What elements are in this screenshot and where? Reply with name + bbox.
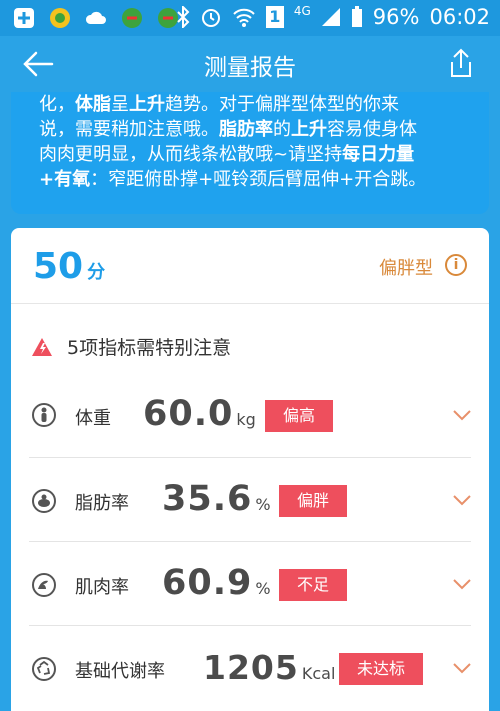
status-badge: 未达标 xyxy=(339,653,424,685)
info-icon[interactable]: i xyxy=(445,254,467,276)
signal-icon xyxy=(321,8,340,26)
metric-label: 基础代谢率 xyxy=(75,661,165,682)
network-type: 4G xyxy=(293,4,311,18)
metric-label: 体重 xyxy=(75,408,111,429)
plus-icon xyxy=(14,8,34,28)
share-icon[interactable] xyxy=(448,48,474,78)
metric-value: 1205 Kcal xyxy=(203,648,336,687)
alarm-icon xyxy=(201,9,220,27)
score: 50 分 xyxy=(33,246,106,287)
metric-row-bmr[interactable]: 基础代谢率 1205 Kcal 未达标 xyxy=(11,626,489,710)
chevron-down-icon[interactable] xyxy=(453,410,471,422)
metric-label: 肌肉率 xyxy=(75,577,129,598)
warning-banner: 5项指标需特别注意 xyxy=(31,333,231,360)
advice-line-4: +有氧：窄距俯卧撑+哑铃颈后臂屈伸+开合跳。 xyxy=(39,169,427,190)
person-icon xyxy=(32,403,56,427)
page-title: 测量报告 xyxy=(204,55,296,81)
metric-row-muscle[interactable]: 肌肉率 60.9% 不足 xyxy=(11,542,489,626)
sim-icon: 1 xyxy=(265,6,284,28)
app-icon xyxy=(50,8,70,28)
metric-label: 脂肪率 xyxy=(75,493,129,514)
chevron-down-icon[interactable] xyxy=(453,495,471,507)
status-bar: 1 4G 96% 06:02 xyxy=(0,0,500,36)
warning-triangle-icon xyxy=(32,337,52,356)
wifi-icon xyxy=(233,8,255,27)
metric-row-weight[interactable]: 体重 60.0 kg 偏高 xyxy=(11,374,489,458)
chevron-down-icon[interactable] xyxy=(453,579,471,591)
clock: 06:02 xyxy=(429,5,490,29)
chevron-down-icon[interactable] xyxy=(453,663,471,675)
advice-line-1: 化，体脂呈上升趋势。对于偏胖型体型的你来 xyxy=(39,94,399,115)
battery-level: 96% xyxy=(372,5,420,29)
body-type: 偏胖型 xyxy=(379,258,433,279)
score-row: 50 分 偏胖型 i xyxy=(11,228,489,304)
fat-icon xyxy=(32,489,56,513)
bluetooth-icon xyxy=(177,6,190,28)
advice-line-3: 肉肉更明显，从而线条松散哦~请坚持每日力量 xyxy=(39,144,415,165)
status-badge: 不足 xyxy=(279,569,348,601)
metric-row-body-fat[interactable]: 脂肪率 35.6% 偏胖 xyxy=(11,458,489,542)
app-bar: 测量报告 xyxy=(0,36,500,92)
metric-value: 35.6% xyxy=(162,479,271,519)
cloud-icon xyxy=(85,11,106,24)
status-badge: 偏胖 xyxy=(279,485,348,517)
status-badge: 偏高 xyxy=(265,400,334,432)
battery-icon xyxy=(351,6,362,27)
report-panel: 50 分 偏胖型 i 5项指标需特别注意 体重 60.0 kg 偏高 脂肪率 35.… xyxy=(11,228,489,711)
app-icon-2 xyxy=(122,8,142,28)
warning-text: 5项指标需特别注意 xyxy=(67,337,232,359)
muscle-icon xyxy=(32,573,56,597)
advice-card: 化，体脂呈上升趋势。对于偏胖型体型的你来 说，需要稍加注意哦。脂肪率的上升容易使… xyxy=(11,92,489,214)
metric-value: 60.9% xyxy=(162,563,271,603)
metric-value: 60.0 kg xyxy=(143,394,256,434)
advice-line-2: 说，需要稍加注意哦。脂肪率的上升容易使身体 xyxy=(39,119,417,140)
recycle-icon xyxy=(32,657,56,681)
